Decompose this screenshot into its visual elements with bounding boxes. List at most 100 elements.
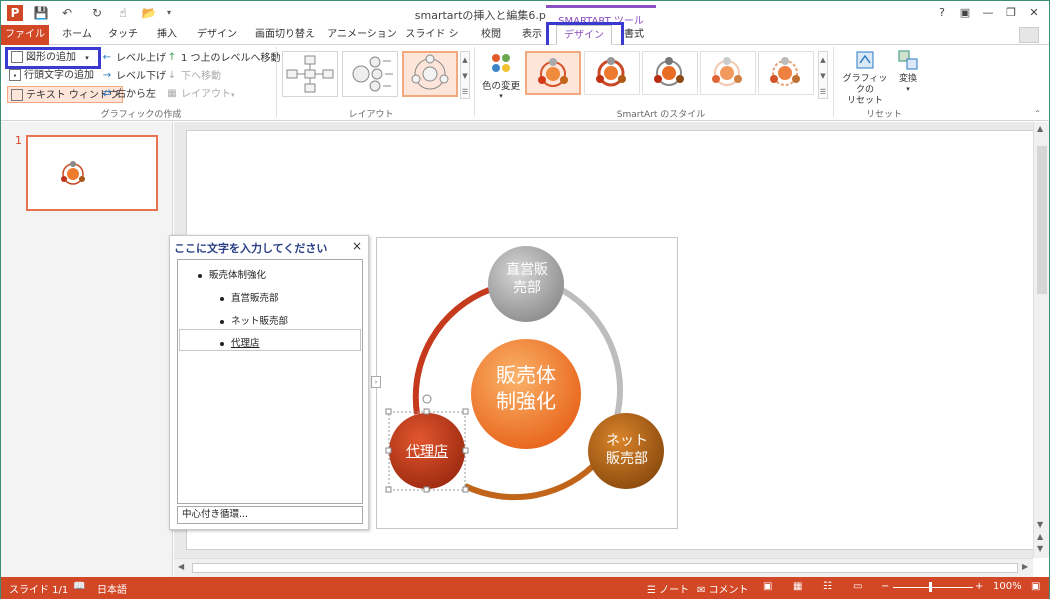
fit-to-window-icon[interactable]: ▣: [1031, 581, 1040, 592]
layout-name-link[interactable]: 中心付き循環...: [177, 506, 363, 524]
center-shape-text[interactable]: 販売体 制強化: [471, 362, 581, 414]
horizontal-scrollbar[interactable]: ◀ ▶: [174, 558, 1033, 577]
tab-format[interactable]: 書式: [617, 25, 651, 45]
layout-gallery-scroll[interactable]: ▲ ▼ ☰: [460, 51, 470, 99]
scroll-left-icon[interactable]: ◀: [178, 562, 184, 571]
smartart-style-5[interactable]: [758, 51, 814, 95]
help-button[interactable]: ?: [931, 4, 953, 22]
text-pane-list[interactable]: 販売体制強化 直営販売部 ネット販売部 代理店: [177, 259, 363, 504]
previous-slide-icon[interactable]: ▲: [1037, 532, 1043, 541]
list-item[interactable]: 直営販売部: [220, 290, 279, 304]
group-separator: [833, 47, 834, 117]
layout-option-3-selected[interactable]: [402, 51, 458, 97]
tab-view[interactable]: 表示: [515, 25, 549, 45]
scroll-down-icon[interactable]: ▼: [1037, 520, 1043, 529]
tab-design[interactable]: デザイン: [193, 25, 241, 45]
ribbon-display-icon[interactable]: ▣: [954, 4, 976, 22]
smartart-style-3[interactable]: [642, 51, 698, 95]
tab-home[interactable]: ホーム: [57, 25, 97, 45]
zoom-level[interactable]: 100%: [993, 581, 1022, 592]
add-shape-button[interactable]: 図形の追加 ▾: [5, 47, 101, 69]
layout-icon: ▦: [167, 88, 177, 99]
top-shape-text[interactable]: 直営販 売部: [489, 261, 565, 297]
comments-label: コメント: [708, 585, 749, 596]
spellcheck-icon[interactable]: 📖: [73, 581, 85, 592]
tab-slideshow[interactable]: スライド ショー: [401, 25, 463, 60]
notes-button[interactable]: ☰ ノート: [647, 581, 689, 596]
close-button[interactable]: ✕: [1023, 4, 1045, 22]
smartart-style-1-selected[interactable]: [525, 51, 581, 95]
language-indicator[interactable]: 日本語: [97, 581, 127, 596]
tab-insert[interactable]: 挿入: [149, 25, 185, 45]
list-item[interactable]: 代理店: [220, 335, 260, 349]
smartart-graphic[interactable]: 販売体 制強化 直営販 売部 ネット 販売部 代理店: [376, 237, 678, 529]
tab-touch[interactable]: タッチ: [105, 25, 141, 45]
slideshow-icon[interactable]: ▭: [853, 581, 862, 592]
collapse-ribbon-icon[interactable]: ⌃: [1034, 109, 1041, 118]
smartart-style-4[interactable]: [700, 51, 756, 95]
comment-icon: ✉: [697, 585, 709, 596]
tab-review[interactable]: 校閲: [473, 25, 509, 45]
scroll-up-icon[interactable]: ▲: [1037, 124, 1043, 133]
list-item-text: 代理店: [231, 338, 260, 349]
layout-option-2[interactable]: [342, 51, 398, 97]
reset-graphic-label-2: リセット: [846, 96, 883, 106]
move-down-button[interactable]: ↓ 下へ移動: [166, 68, 221, 85]
scroll-right-icon[interactable]: ▶: [1022, 562, 1028, 571]
swap-icon: ⇄: [102, 88, 112, 99]
reset-graphic-button[interactable]: グラフィックの リセット: [839, 49, 891, 106]
dropdown-arrow-icon: ▾: [906, 85, 910, 93]
normal-view-icon[interactable]: ▣: [763, 581, 772, 592]
restore-button[interactable]: ❐: [1000, 4, 1022, 22]
promote-button[interactable]: ← レベル上げ: [101, 50, 166, 67]
right-text-line-2: 販売部: [606, 451, 648, 467]
palette-icon: [492, 54, 510, 72]
add-bullet-button[interactable]: • 行頭文字の追加: [9, 67, 94, 84]
text-pane-toggle-icon[interactable]: ›: [371, 376, 381, 388]
zoom-in-icon[interactable]: +: [975, 581, 983, 592]
left-shape-text[interactable]: 代理店: [389, 441, 465, 461]
smartart-style-2[interactable]: [584, 51, 640, 95]
list-item[interactable]: 販売体制強化: [198, 267, 266, 281]
comments-button[interactable]: ✉ コメント: [697, 581, 749, 596]
user-account[interactable]: [1019, 27, 1039, 43]
group-label-create-graphic: グラフィックの作成: [100, 110, 182, 120]
next-slide-icon[interactable]: ▼: [1037, 544, 1043, 553]
layout-option-1[interactable]: [282, 51, 338, 97]
scroll-thumb[interactable]: [192, 563, 1018, 573]
style-gallery-scroll[interactable]: ▲ ▼ ☰: [818, 51, 828, 99]
list-item[interactable]: ネット販売部: [220, 313, 288, 327]
zoom-slider-thumb[interactable]: [929, 582, 932, 592]
convert-button[interactable]: 変換 ▾: [893, 49, 923, 105]
slide-number: 1: [15, 134, 22, 147]
style-preview-icon: [770, 57, 800, 86]
right-to-left-button[interactable]: ⇄ 右から左: [101, 86, 156, 103]
right-shape-text[interactable]: ネット 販売部: [589, 432, 665, 468]
zoom-out-icon[interactable]: −: [881, 581, 889, 592]
tab-animations[interactable]: アニメーション: [327, 25, 397, 45]
scroll-thumb[interactable]: [1037, 146, 1047, 294]
vertical-scrollbar[interactable]: ▲ ▼ ▲ ▼: [1033, 122, 1049, 558]
slide-sorter-icon[interactable]: ▦: [793, 581, 802, 592]
add-shape-label: 図形の追加: [26, 52, 76, 63]
list-item-selected-row[interactable]: [179, 329, 361, 351]
demote-label: レベル下げ: [116, 71, 166, 82]
reset-graphic-label-1: グラフィックの: [842, 74, 888, 95]
group-separator: [474, 47, 475, 117]
top-text-line-2: 売部: [513, 280, 541, 296]
demote-button[interactable]: → レベル下げ: [101, 68, 166, 85]
arrow-right-icon: →: [102, 70, 112, 81]
tab-transitions[interactable]: 画面切り替え: [249, 25, 321, 45]
style-preview-icon: [538, 58, 568, 87]
zoom-slider[interactable]: [893, 587, 973, 588]
layout-hierarchy-icon: [286, 55, 334, 93]
change-colors-button[interactable]: 色の変更 ▾: [479, 51, 523, 101]
minimize-button[interactable]: —: [977, 4, 999, 22]
reading-view-icon[interactable]: ☷: [823, 581, 832, 592]
slide-thumbnail[interactable]: [26, 135, 158, 211]
close-icon[interactable]: ×: [352, 239, 362, 253]
style-preview-icon: [712, 57, 742, 86]
move-up-button[interactable]: ↑ 1 つ上のレベルへ移動: [166, 50, 281, 67]
tab-file[interactable]: ファイル: [1, 25, 49, 45]
layout-button[interactable]: ▦ レイアウト▾: [166, 86, 234, 103]
